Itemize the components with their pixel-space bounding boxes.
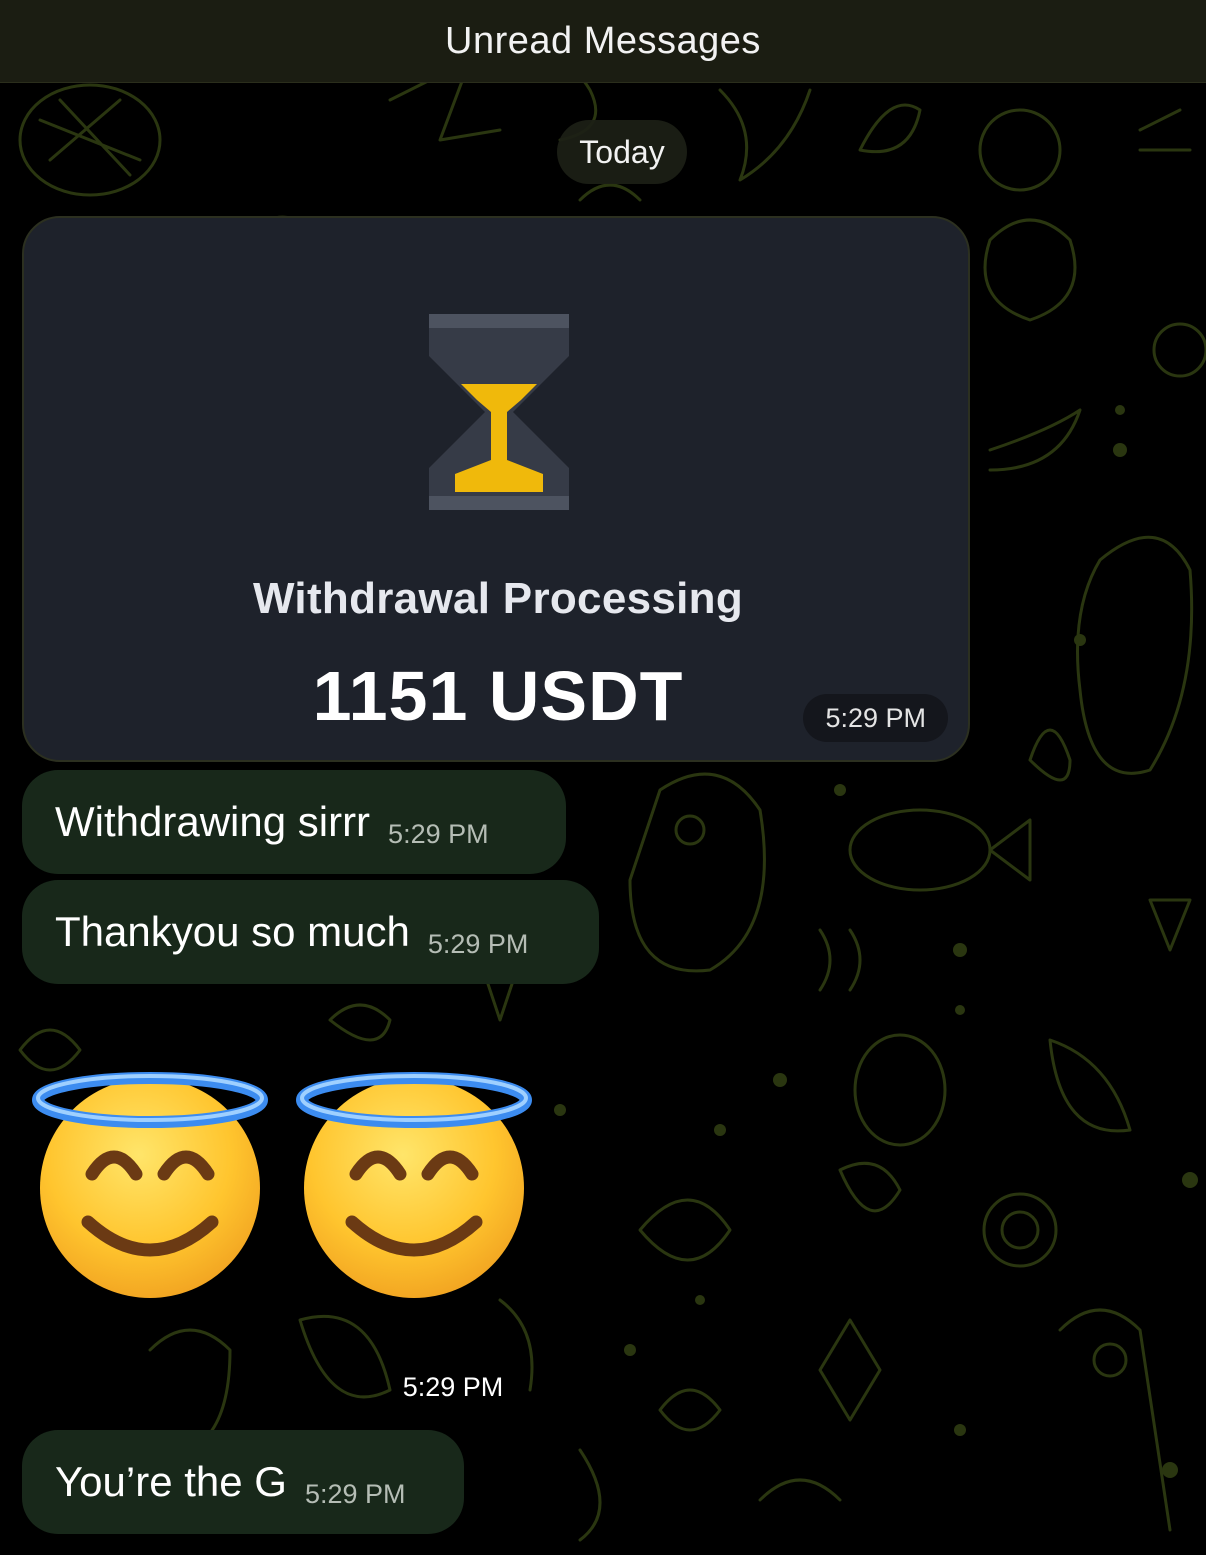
message-time: 5:29 PM [304,1478,406,1509]
withdrawal-title: Withdrawal Processing [252,574,744,623]
message-time: 5:29 PM [427,928,529,959]
message-time: 5:29 PM [803,694,948,742]
unread-messages-label: Unread Messages [445,19,761,62]
hourglass-icon [429,314,569,510]
message-time: 5:29 PM [388,818,489,849]
message-bubble[interactable]: Thankyou so much 5:29 PM [22,880,599,984]
unread-messages-bar: Unread Messages [0,0,1206,83]
message-text: Thankyou so much [55,908,410,955]
message-time: 5:29 PM [402,1372,504,1402]
message-text: Withdrawing sirrr [55,798,371,845]
date-separator: Today [557,120,687,184]
message-bubble[interactable]: Withdrawing sirrr 5:29 PM [22,770,566,874]
withdrawal-card[interactable]: Withdrawal Processing 1151 USDT 5:29 PM [22,216,970,762]
date-separator-label: Today [579,133,665,170]
message-bubble[interactable]: You’re the G 5:29 PM [22,1430,464,1534]
message-text: You’re the G [55,1458,287,1505]
smiling-face-with-halo-icon[interactable] [294,1062,534,1302]
smiling-face-with-halo-icon[interactable] [30,1062,270,1302]
